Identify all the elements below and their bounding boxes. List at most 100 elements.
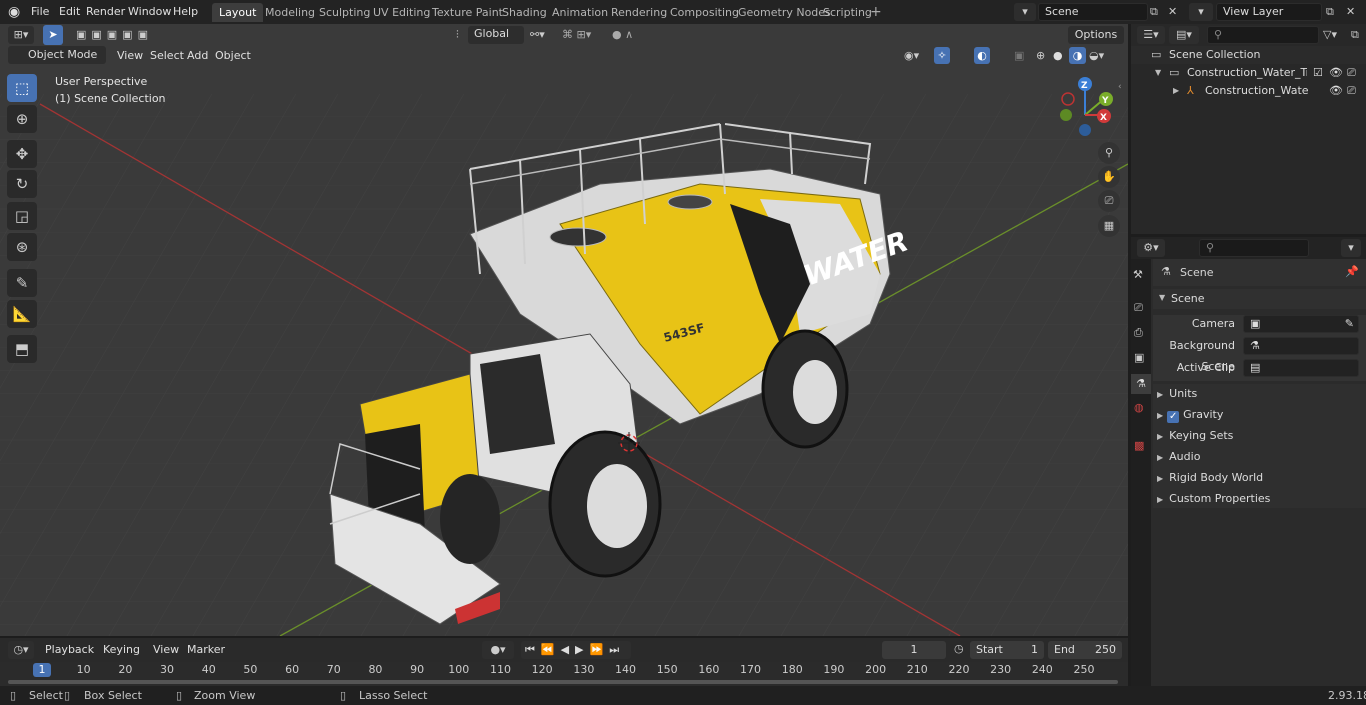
ruler-current-frame[interactable]: 1 xyxy=(33,663,51,677)
timeline-menu-marker[interactable]: Marker xyxy=(182,642,230,658)
select-mode-icons[interactable]: ▣▣▣▣▣ xyxy=(76,26,162,44)
cursor-tool-icon[interactable]: ⊕ xyxy=(7,105,37,133)
timeline-menu-view[interactable]: View xyxy=(148,642,184,658)
outliner-editor-icon[interactable]: ☰▾ xyxy=(1137,26,1165,44)
blender-logo-icon[interactable]: ◉ xyxy=(8,4,24,20)
outliner-item-collection[interactable]: ▼ ▭ Construction_Water_Truck_00 ☑ 👁 ⎚ xyxy=(1131,64,1366,82)
visibility-eye-icon[interactable]: 👁 xyxy=(1329,64,1343,82)
gravity-checkbox[interactable]: ✓ xyxy=(1167,411,1180,423)
proportional-edit-icon[interactable]: ● ∧ xyxy=(612,26,656,44)
timeline-menu-playback[interactable]: Playback xyxy=(40,642,99,658)
shading-rendered-icon[interactable]: ◒▾ xyxy=(1089,48,1104,64)
menu-help[interactable]: Help xyxy=(168,4,203,20)
start-frame-field[interactable]: Start 1 xyxy=(970,641,1044,659)
view-layer-selector-icon[interactable]: ▾ xyxy=(1189,3,1213,21)
pin-icon[interactable]: 📌 xyxy=(1345,265,1359,278)
delete-scene-icon[interactable]: ✕ xyxy=(1168,3,1182,21)
scale-tool-icon[interactable]: ◲ xyxy=(7,202,37,230)
visibility-icon[interactable]: ◉▾ xyxy=(904,48,919,64)
scene-selector-icon[interactable]: ▾ xyxy=(1014,3,1036,21)
custom-properties-subpanel[interactable]: ▶ Custom Properties xyxy=(1157,488,1362,509)
expand-arrow-icon[interactable]: ▶ xyxy=(1173,82,1179,100)
annotate-tool-icon[interactable]: ✎ xyxy=(7,269,37,297)
exclude-checkbox-icon[interactable]: ☑ xyxy=(1313,64,1323,82)
rotate-tool-icon[interactable]: ↻ xyxy=(7,170,37,198)
tab-layout[interactable]: Layout xyxy=(212,3,264,22)
measure-tool-icon[interactable]: 📐 xyxy=(7,300,37,328)
editor-type-icon[interactable]: ⊞▾ xyxy=(8,26,34,44)
select-tool-icon[interactable]: ➤ xyxy=(43,25,63,45)
new-view-layer-icon[interactable]: ⧉ xyxy=(1326,3,1342,21)
gravity-subpanel[interactable]: ▶ ✓ Gravity xyxy=(1157,404,1362,425)
outliner-item-object[interactable]: ▶ ⅄ Construction_Water_Truc 👁 ⎚ xyxy=(1131,82,1366,100)
properties-options-icon[interactable]: ▾ xyxy=(1341,239,1361,257)
properties-editor-icon[interactable]: ⚙▾ xyxy=(1137,239,1165,257)
timeline-scrollbar[interactable] xyxy=(8,680,1118,684)
pivot-icon[interactable]: ⚯▾ xyxy=(530,26,554,44)
shading-material-icon[interactable]: ◑ xyxy=(1069,47,1086,64)
expand-arrow-icon[interactable]: ▼ xyxy=(1155,64,1161,82)
visibility-eye-icon[interactable]: 👁 xyxy=(1329,82,1343,100)
delete-view-layer-icon[interactable]: ✕ xyxy=(1346,3,1360,21)
timeline-menu-keying[interactable]: Keying xyxy=(98,642,145,658)
render-camera-icon[interactable]: ⎚ xyxy=(1347,82,1356,100)
current-frame-field[interactable]: 1 xyxy=(882,641,946,659)
camera-field[interactable]: ▣ ✎ xyxy=(1243,315,1359,333)
timeline-ruler[interactable]: 1 10 20 30 40 50 60 70 80 90 100 110 120 130 140 150 160… xyxy=(0,662,1128,686)
collapse-arrow-icon[interactable]: ▼ xyxy=(1159,293,1165,302)
mode-dropdown[interactable]: Object Mode xyxy=(8,46,106,64)
3d-viewport[interactable]: WATER 543SF Z Y X ⊞▾ ➤ ▣▣▣▣▣ ⫶ Global ⚯▾… xyxy=(0,24,1128,636)
units-subpanel[interactable]: ▶ Units xyxy=(1157,383,1362,404)
eyedropper-icon[interactable]: ✎ xyxy=(1345,316,1358,332)
outliner-scene-collection[interactable]: ▭ Scene Collection xyxy=(1131,46,1366,64)
select-box-tool-icon[interactable]: ⬚ xyxy=(7,74,37,102)
shading-solid-icon[interactable]: ● xyxy=(1053,48,1063,64)
filter-icon[interactable]: ▽▾ xyxy=(1323,26,1337,44)
playback-controls[interactable]: ⏮⏪◀▶⏩⏭ xyxy=(521,641,631,659)
scene-tab-icon[interactable]: ⚗ xyxy=(1131,374,1151,394)
scene-section-title[interactable]: Scene xyxy=(1171,292,1205,305)
render-camera-icon[interactable]: ⎚ xyxy=(1347,64,1356,82)
new-collection-icon[interactable]: ⧉ xyxy=(1351,26,1359,44)
render-tab-icon[interactable]: ⎚ xyxy=(1134,301,1143,315)
outliner-search-input[interactable]: ⚲ xyxy=(1207,26,1319,44)
overlay-toggle-icon[interactable]: ◐ xyxy=(974,47,990,64)
perspective-toggle-icon[interactable]: ▦ xyxy=(1098,215,1120,237)
audio-subpanel[interactable]: ▶ Audio xyxy=(1157,446,1362,467)
move-tool-icon[interactable]: ✥ xyxy=(7,140,37,168)
add-cube-tool-icon[interactable]: ⬒ xyxy=(7,335,37,363)
display-mode-icon[interactable]: ▤▾ xyxy=(1169,26,1199,44)
options-dropdown[interactable]: Options xyxy=(1068,26,1124,44)
pan-view-icon[interactable]: ✋ xyxy=(1098,166,1120,188)
stopwatch-icon[interactable]: ◷ xyxy=(954,642,964,655)
menu-file[interactable]: File xyxy=(26,4,54,20)
viewport-menu-add[interactable]: Add xyxy=(182,48,213,64)
keying-sets-subpanel[interactable]: ▶ Keying Sets xyxy=(1157,425,1362,446)
orientation-dropdown[interactable]: Global xyxy=(468,26,524,44)
auto-keying-icon[interactable]: ●▾ xyxy=(482,641,514,659)
zoom-view-icon[interactable]: ⚲ xyxy=(1098,142,1120,164)
snap-icon[interactable]: ⌘ ⊞▾ xyxy=(562,26,608,44)
sidebar-toggle-icon[interactable]: ‹ xyxy=(1118,82,1122,92)
view-layer-field[interactable]: View Layer xyxy=(1216,3,1322,21)
viewport-canvas[interactable]: WATER 543SF Z Y X xyxy=(0,24,1128,636)
xray-icon[interactable]: ▣ xyxy=(1014,48,1024,64)
new-scene-icon[interactable]: ⧉ xyxy=(1150,3,1166,21)
background-scene-field[interactable]: ⚗ xyxy=(1243,337,1359,355)
transform-tool-icon[interactable]: ⊛ xyxy=(7,233,37,261)
viewport-menu-object[interactable]: Object xyxy=(210,48,256,64)
output-tab-icon[interactable]: ⎙ xyxy=(1134,326,1143,340)
shading-wireframe-icon[interactable]: ⊕ xyxy=(1036,48,1045,64)
world-tab-icon[interactable]: ◍ xyxy=(1134,401,1144,414)
end-frame-field[interactable]: End 250 xyxy=(1048,641,1122,659)
active-clip-field[interactable]: ▤ xyxy=(1243,359,1359,377)
tool-tab-icon[interactable]: ⚒ xyxy=(1133,268,1143,281)
rigid-body-world-subpanel[interactable]: ▶ Rigid Body World xyxy=(1157,467,1362,488)
properties-search-input[interactable]: ⚲ xyxy=(1199,239,1309,257)
camera-view-icon[interactable]: ⎚ xyxy=(1098,190,1120,212)
timeline-editor-icon[interactable]: ◷▾ xyxy=(8,641,34,659)
add-workspace-icon[interactable]: + xyxy=(870,4,882,20)
viewport-menu-view[interactable]: View xyxy=(112,48,148,64)
scene-field[interactable]: Scene xyxy=(1038,3,1148,21)
view-layer-tab-icon[interactable]: ▣ xyxy=(1134,351,1144,364)
